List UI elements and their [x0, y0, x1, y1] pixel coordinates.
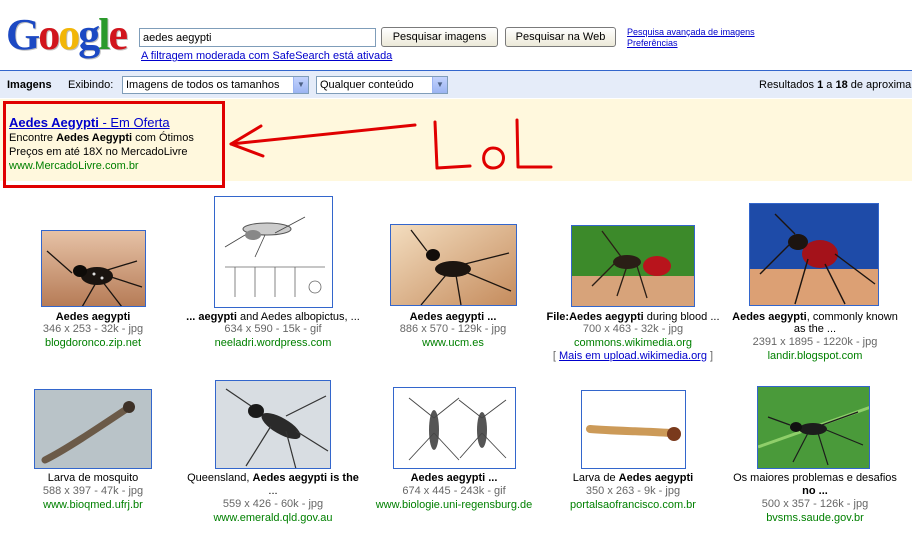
mosquito-photo	[391, 225, 516, 305]
logo-letter: l	[98, 10, 110, 59]
content-type-select[interactable]: Qualquer conteúdo ▼	[316, 76, 448, 94]
image-size-value: Imagens de todos os tamanhos	[126, 79, 280, 91]
result-meta: 500 x 357 - 126k - jpg	[761, 498, 869, 510]
result-site: portalsaofrancisco.com.br	[570, 499, 696, 511]
logo-letter: o	[58, 10, 80, 59]
mosquito-photo	[42, 231, 145, 306]
result-meta: 634 x 590 - 15k - gif	[224, 323, 322, 335]
image-size-select[interactable]: Imagens de todos os tamanhos ▼	[122, 76, 309, 94]
mosquito-photo	[758, 387, 869, 468]
result-meta: 588 x 397 - 47k - jpg	[42, 485, 144, 497]
result-caption[interactable]: File:Aedes aegypti during blood ...	[538, 310, 728, 324]
image-thumbnail-mosquito-closeup[interactable]	[215, 380, 331, 469]
advanced-search-link[interactable]: Pesquisa avançada de imagens	[627, 27, 755, 38]
image-thumbnail-mosquito-on-hand[interactable]	[390, 224, 517, 306]
logo-letter: e	[108, 10, 127, 59]
result-site: www.emerald.qld.gov.au	[213, 512, 333, 524]
mosquito-diagram	[215, 197, 332, 307]
result-meta: 350 x 263 - 9k - jpg	[585, 485, 681, 497]
mosquito-drawing	[394, 388, 515, 468]
result-caption[interactable]: Aedes aegypti ...	[373, 310, 533, 324]
content-type-value: Qualquer conteúdo	[320, 79, 414, 91]
result-caption[interactable]: Larva de mosquito	[13, 471, 173, 485]
result-site: www.bioqmed.ufrj.br	[43, 499, 143, 511]
lol-annotation	[229, 118, 553, 170]
image-thumbnail-mosquito-on-skin[interactable]	[41, 230, 146, 307]
logo-letter: o	[38, 10, 60, 59]
result-site: www.biologie.uni-regensburg.de	[375, 499, 533, 511]
image-thumbnail-larva[interactable]	[34, 389, 152, 469]
result-caption[interactable]: no ...	[720, 484, 910, 498]
result-caption[interactable]: Aedes aegypti	[13, 310, 173, 324]
result-meta: 700 x 463 - 32k - jpg	[582, 323, 684, 335]
result-meta: 886 x 570 - 129k - jpg	[399, 323, 507, 335]
image-thumbnail-mosquito-engorged[interactable]	[749, 203, 879, 306]
section-title: Imagens	[7, 79, 52, 91]
result-caption[interactable]: Queensland, Aedes aegypti is the	[180, 471, 366, 485]
google-logo[interactable]: Google	[6, 10, 128, 60]
logo-letter: g	[78, 10, 100, 59]
search-web-button[interactable]: Pesquisar na Web	[505, 27, 616, 47]
result-meta: 674 x 445 - 243k - gif	[402, 485, 506, 497]
result-caption[interactable]: ...	[180, 484, 366, 498]
preferences-link[interactable]: Preferências	[627, 38, 755, 49]
image-thumbnail-mosquito-on-leaf[interactable]	[757, 386, 870, 469]
result-meta: 559 x 426 - 60k - jpg	[222, 498, 324, 510]
red-highlight-box	[3, 101, 225, 188]
result-caption[interactable]: as the ...	[722, 322, 908, 336]
result-caption[interactable]: ... aegypti and Aedes albopictus, ...	[180, 310, 366, 324]
result-caption[interactable]: Os maiores problemas e desafios	[720, 471, 910, 485]
search-images-button[interactable]: Pesquisar imagens	[381, 27, 498, 47]
results-toolbar: Imagens Exibindo: Imagens de todos os ta…	[0, 70, 912, 98]
result-site: bvsms.saude.gov.br	[766, 512, 864, 524]
image-thumbnail-mosquito-diagram[interactable]	[214, 196, 333, 308]
result-meta: 2391 x 1895 - 1220k - jpg	[752, 336, 878, 348]
image-thumbnail-mosquito-drawing[interactable]	[393, 387, 516, 469]
result-caption[interactable]: Larva de Aedes aegypti	[553, 471, 713, 485]
showing-label: Exibindo:	[68, 79, 114, 91]
chevron-down-icon[interactable]: ▼	[432, 77, 447, 93]
letter-o	[482, 146, 505, 170]
image-thumbnail-larva-closeup[interactable]	[581, 390, 686, 469]
mosquito-photo	[750, 204, 878, 305]
result-site: commons.wikimedia.org	[574, 337, 692, 349]
result-site: landir.blogspot.com	[767, 350, 863, 362]
safesearch-link[interactable]: A filtragem moderada com SafeSearch está…	[141, 50, 392, 62]
search-input[interactable]	[139, 28, 376, 47]
header-links: Pesquisa avançada de imagens Preferência…	[627, 27, 755, 49]
logo-letter: G	[6, 10, 40, 59]
larva-photo	[35, 390, 151, 468]
result-site: neeladri.wordpress.com	[214, 337, 332, 349]
result-meta: 346 x 253 - 32k - jpg	[42, 323, 144, 335]
result-site: www.ucm.es	[422, 337, 484, 349]
letter-L	[433, 120, 472, 170]
more-results-link[interactable]: [ Mais em upload.wikimedia.org ]	[538, 350, 728, 362]
mosquito-photo	[216, 381, 330, 468]
result-site: blogdoronco.zip.net	[44, 337, 141, 349]
larva-photo	[582, 391, 685, 468]
mosquito-photo	[572, 226, 694, 306]
results-count: Resultados 1 a 18 de aproxima	[759, 79, 912, 91]
image-thumbnail-mosquito-feeding[interactable]	[571, 225, 695, 307]
chevron-down-icon[interactable]: ▼	[293, 77, 308, 93]
letter-L	[515, 118, 553, 169]
result-caption[interactable]: Aedes aegypti ...	[373, 471, 535, 485]
